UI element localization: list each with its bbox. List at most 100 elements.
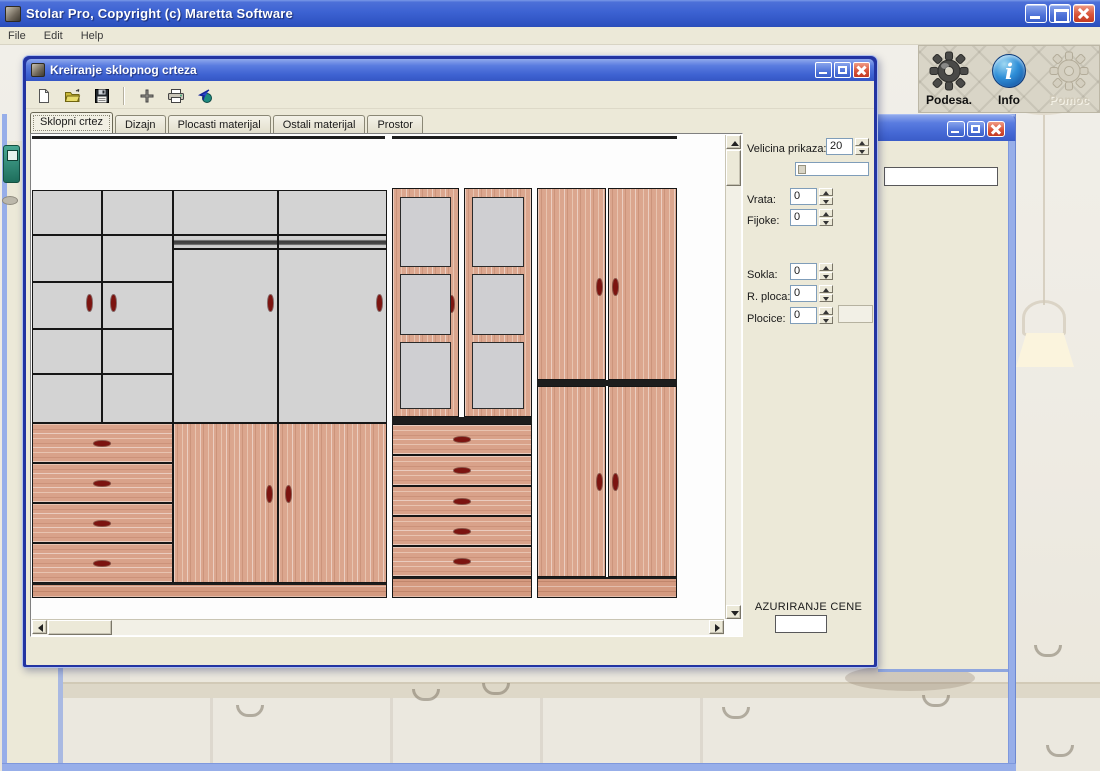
spin-down-button[interactable]	[819, 272, 833, 280]
cabinet-panel	[173, 190, 278, 235]
cabinet-handle	[87, 295, 92, 311]
scroll-right-button[interactable]	[709, 620, 724, 634]
new-document-button[interactable]	[32, 85, 55, 107]
background-window-titlebar[interactable]	[876, 114, 1016, 141]
spin-up-button[interactable]	[855, 138, 869, 146]
cabinet-handle	[267, 486, 272, 502]
new-document-icon	[36, 88, 52, 104]
quick-buttons-panel: Podesa. i Info	[918, 45, 1100, 113]
spin-up-button[interactable]	[819, 307, 833, 315]
menubar: File Edit Help	[0, 27, 1100, 45]
fijoke-value[interactable]: 0	[790, 209, 817, 226]
scroll-down-button[interactable]	[726, 605, 741, 619]
move-button[interactable]	[135, 85, 158, 107]
cabinet-handle	[94, 441, 110, 446]
bg-maximize-button[interactable]	[967, 121, 985, 137]
tab-sklopni-crtez[interactable]: Sklopni crtez	[30, 112, 113, 133]
spin-up-button[interactable]	[819, 285, 833, 293]
background-window-right-panel	[878, 141, 1008, 672]
tab-prostor[interactable]: Prostor	[367, 115, 422, 133]
velicina-prikaza-label: Velicina prikaza:	[747, 143, 827, 155]
minimize-button[interactable]	[1025, 4, 1047, 23]
scroll-up-button[interactable]	[726, 135, 741, 149]
open-button[interactable]	[61, 85, 84, 107]
app-icon	[5, 6, 21, 22]
tab-strip: Sklopni crtez Dizajn Plocasti materijal …	[30, 112, 740, 133]
menu-file[interactable]: File	[8, 30, 26, 42]
maximize-button[interactable]	[1049, 4, 1071, 23]
print-button[interactable]	[164, 85, 187, 107]
azuriranje-cene-label: AZURIRANJE CENE	[743, 601, 874, 613]
close-button[interactable]	[1073, 4, 1095, 23]
cabinet-panel	[472, 342, 524, 409]
spin-down-button[interactable]	[819, 316, 833, 324]
vertical-scrollbar[interactable]	[725, 135, 741, 619]
cabinet-panel	[278, 235, 387, 249]
pomoc-button[interactable]: Pomoc	[1041, 49, 1097, 107]
info-button[interactable]: i Info	[981, 49, 1037, 107]
tab-dizajn[interactable]: Dizajn	[115, 115, 166, 133]
tab-plocasti-materijal[interactable]: Plocasti materijal	[168, 115, 271, 133]
podesa-button[interactable]: Podesa.	[921, 49, 977, 107]
cabinet-handle	[454, 499, 470, 504]
cabinet-panel	[32, 235, 102, 282]
spin-down-button[interactable]	[819, 294, 833, 302]
chandelier-shade	[1016, 333, 1074, 367]
velicina-prikaza-value[interactable]: 20	[826, 138, 853, 155]
r-ploca-spinner: 0	[790, 285, 833, 303]
cabinet-panel	[537, 188, 606, 380]
horizontal-scroll-thumb[interactable]	[48, 620, 112, 635]
bg-close-button[interactable]	[987, 121, 1005, 137]
cabinet-handle	[613, 474, 618, 490]
zoom-trackbar[interactable]	[795, 162, 869, 176]
plocice-value[interactable]: 0	[790, 307, 817, 324]
azuriranje-cene-input[interactable]	[775, 615, 827, 633]
cabinet-panel	[472, 274, 524, 335]
sokla-label: Sokla:	[747, 269, 778, 281]
cabinet-panel	[400, 342, 451, 409]
spin-up-button[interactable]	[819, 188, 833, 196]
bg-minimize-button[interactable]	[947, 121, 965, 137]
plocice-label: Plocice:	[747, 313, 786, 325]
save-button[interactable]	[90, 85, 113, 107]
spin-down-button[interactable]	[819, 197, 833, 205]
spin-up-button[interactable]	[819, 209, 833, 217]
child-close-button[interactable]	[853, 62, 870, 78]
cabinet-panel	[32, 136, 385, 139]
r-ploca-value[interactable]: 0	[790, 285, 817, 302]
child-minimize-button[interactable]	[815, 62, 832, 78]
child-titlebar[interactable]: Kreiranje sklopnog crteza	[26, 59, 874, 81]
cabinet-handle	[94, 521, 110, 526]
cabinet-handle	[286, 486, 291, 502]
podesa-label: Podesa.	[921, 93, 977, 107]
cabinet-handle	[613, 279, 618, 295]
tab-ostali-materijal[interactable]: Ostali materijal	[273, 115, 366, 133]
trackbar-slider[interactable]	[798, 165, 806, 174]
cabinet-panel	[32, 583, 387, 598]
cabinet-panel	[102, 374, 173, 423]
cabinet-panel	[278, 249, 387, 423]
exit-button[interactable]	[193, 85, 216, 107]
vrata-label: Vrata:	[747, 194, 776, 206]
sokla-value[interactable]: 0	[790, 263, 817, 280]
spin-down-button[interactable]	[819, 218, 833, 226]
photo-drawer-handle	[1034, 645, 1062, 657]
scroll-left-button[interactable]	[32, 620, 47, 634]
horizontal-scrollbar[interactable]	[32, 619, 724, 635]
plocice-spinner: 0	[790, 307, 833, 325]
background-window-input[interactable]	[884, 167, 998, 186]
vertical-scroll-thumb[interactable]	[726, 150, 741, 186]
vrata-value[interactable]: 0	[790, 188, 817, 205]
cabinet-panel	[392, 577, 532, 598]
plocice-extra-field[interactable]	[838, 305, 873, 323]
menu-edit[interactable]: Edit	[44, 30, 63, 42]
cabinet-panel	[102, 235, 173, 282]
cabinet-panel	[32, 329, 102, 374]
main-window-title: Stolar Pro, Copyright (c) Maretta Softwa…	[26, 6, 293, 21]
menu-help[interactable]: Help	[81, 30, 104, 42]
cabinet-panel	[278, 190, 387, 235]
spin-up-button[interactable]	[819, 263, 833, 271]
child-maximize-button[interactable]	[834, 62, 851, 78]
spin-down-button[interactable]	[855, 147, 869, 155]
vrata-spinner: 0	[790, 188, 833, 206]
